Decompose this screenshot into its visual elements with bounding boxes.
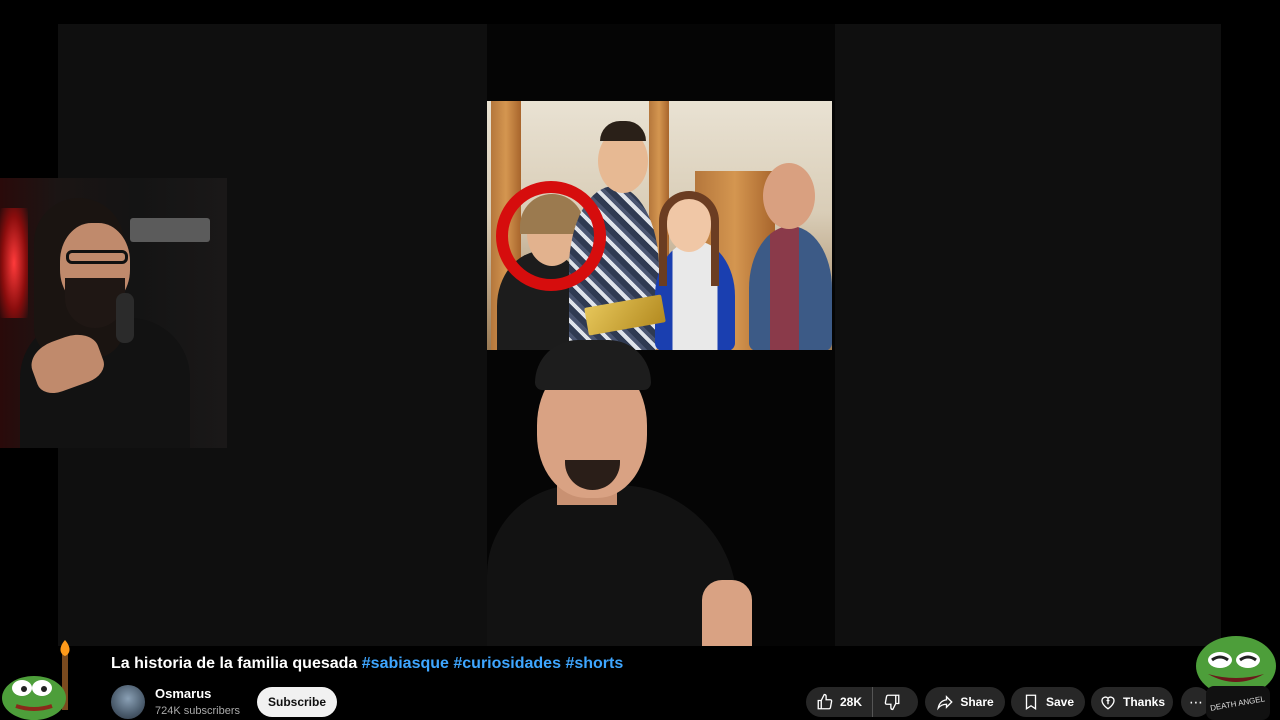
creator-cap: [535, 340, 651, 390]
creator-hand: [702, 580, 752, 646]
microphone: [116, 293, 134, 343]
person-head: [763, 163, 815, 229]
like-count: 28K: [840, 695, 863, 709]
frog-torch-sticker: [2, 640, 70, 720]
person-older-man: [749, 226, 832, 350]
share-label: Share: [960, 695, 994, 709]
bookmark-icon: [1022, 693, 1040, 711]
thanks-label: Thanks: [1122, 695, 1165, 709]
thumbs-down-icon: [883, 693, 901, 711]
thanks-heart-icon: [1099, 693, 1117, 711]
share-button[interactable]: Share: [925, 687, 1005, 717]
channel-name[interactable]: Osmarus: [155, 686, 211, 701]
save-button[interactable]: Save: [1011, 687, 1085, 717]
video-title-text: La historia de la familia quesada: [111, 655, 358, 672]
hair: [600, 121, 646, 141]
hashtag-link[interactable]: #curiosidades: [453, 655, 561, 672]
dislike-button[interactable]: [873, 687, 911, 717]
subscribe-button[interactable]: Subscribe: [257, 687, 337, 717]
like-dislike-group: 28K: [806, 687, 918, 717]
hashtag-link[interactable]: #shorts: [565, 655, 623, 672]
creator-shirt: [487, 485, 737, 646]
video-title: La historia de la familia quesada #sabia…: [111, 655, 623, 673]
streamer-webcam: [0, 178, 227, 448]
streamer-glasses: [66, 250, 128, 264]
highlight-circle: [496, 181, 606, 291]
thanks-button[interactable]: Thanks: [1091, 687, 1173, 717]
share-icon: [936, 693, 954, 711]
hashtag-link[interactable]: #sabiasque: [362, 655, 449, 672]
subscriber-count: 724K subscribers: [155, 705, 240, 717]
streamer: [20, 198, 200, 448]
channel-avatar[interactable]: [111, 685, 145, 719]
like-button[interactable]: 28K: [806, 687, 874, 717]
family-photo: [487, 101, 832, 350]
thumbs-up-icon: [816, 693, 834, 711]
screen: La historia de la familia quesada #sabia…: [0, 0, 1280, 720]
short-creator: [487, 340, 835, 646]
save-label: Save: [1045, 695, 1075, 709]
frog-laughing-sticker: DEATH ANGEL: [1196, 636, 1276, 720]
hair: [659, 191, 719, 286]
